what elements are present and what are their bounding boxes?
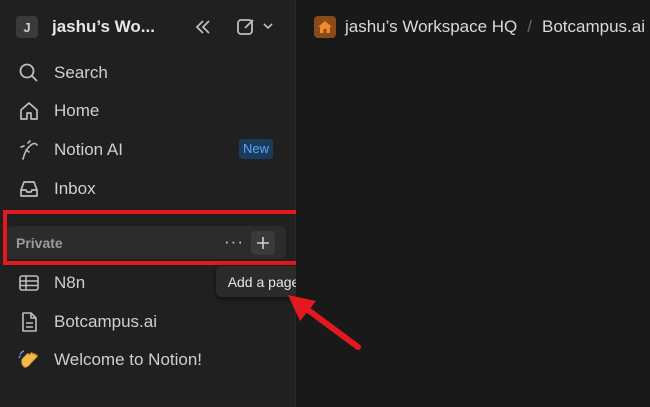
sidebar-page-n8n[interactable]: N8n [18, 271, 85, 295]
sidebar-page-label: Botcampus.ai [54, 312, 157, 331]
page-icon [18, 311, 40, 333]
house-icon [314, 16, 336, 38]
breadcrumb-page[interactable]: Botcampus.ai [542, 17, 645, 37]
sidebar-item-inbox[interactable]: Inbox [18, 177, 96, 201]
annotation-highlight-box [3, 210, 314, 265]
sidebar-item-search[interactable]: Search [18, 61, 108, 85]
breadcrumb: jashu’s Workspace HQ / Botcampus.ai [314, 14, 645, 40]
table-icon [18, 272, 40, 294]
collapse-sidebar-icon[interactable] [192, 16, 214, 38]
sidebar-item-label: Notion AI [54, 140, 123, 159]
search-icon [18, 62, 40, 84]
inbox-icon [18, 178, 40, 200]
waving-hand-icon [18, 349, 40, 371]
breadcrumb-workspace[interactable]: jashu’s Workspace HQ [345, 17, 517, 37]
workspace-switcher[interactable]: J jashu’s Wo... [16, 14, 286, 40]
annotation-arrow [288, 295, 361, 350]
sidebar-item-label: Home [54, 101, 100, 120]
workspace-avatar: J [16, 16, 38, 38]
breadcrumb-separator: / [527, 17, 533, 36]
sidebar-page-label: N8n [54, 273, 86, 292]
notion-ai-icon [18, 139, 40, 161]
sidebar-item-home[interactable]: Home [18, 99, 99, 123]
sidebar-page-label: Welcome to Notion! [54, 350, 203, 369]
new-badge: New [239, 139, 274, 159]
sidebar-item-label: Inbox [54, 179, 96, 198]
chevron-down-icon[interactable] [262, 20, 274, 32]
sidebar-item-notion-ai[interactable]: Notion AI [18, 138, 123, 162]
home-icon [18, 100, 40, 122]
sidebar-page-welcome[interactable]: Welcome to Notion! [18, 348, 202, 372]
sidebar-item-label: Search [54, 63, 108, 82]
sidebar-page-botcampus[interactable]: Botcampus.ai [18, 310, 157, 334]
new-page-icon[interactable] [235, 16, 257, 38]
workspace-name[interactable]: jashu’s Wo... [52, 17, 155, 37]
sidebar: J jashu’s Wo... Search Home Notion AI Ne… [0, 0, 314, 407]
